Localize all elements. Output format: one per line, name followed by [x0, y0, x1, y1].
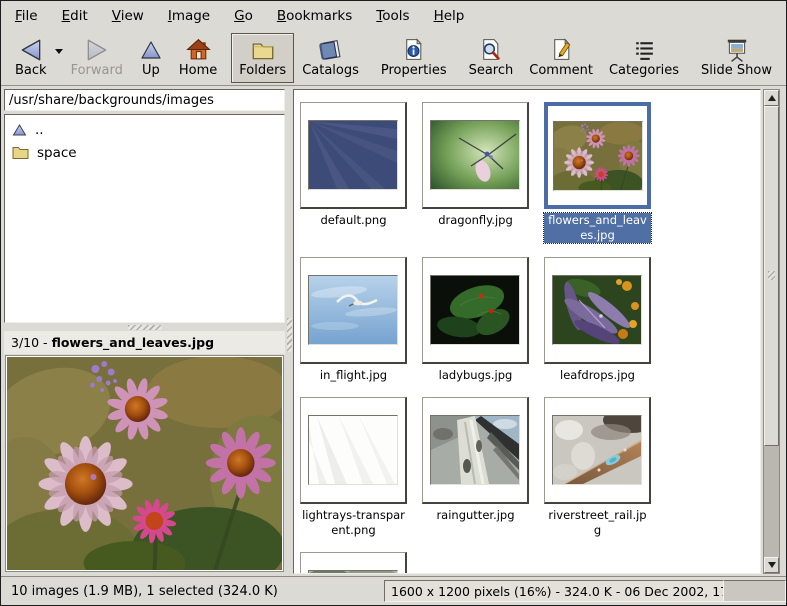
scroll-up-button[interactable]	[764, 90, 779, 106]
vertical-scrollbar[interactable]	[763, 89, 780, 574]
scroll-down-button[interactable]	[764, 557, 779, 573]
scrollbar-grip	[768, 271, 775, 280]
categories-icon	[632, 36, 657, 63]
menu-image[interactable]: Image	[156, 3, 222, 29]
forward-button: Forward	[63, 33, 131, 83]
menu-tools[interactable]: Tools	[364, 3, 421, 29]
thumbnail-frame	[300, 102, 407, 209]
thumbnail-label: flowers_and_leaves.jpg	[544, 213, 651, 243]
preview-pane	[4, 354, 285, 574]
properties-button[interactable]: Properties	[373, 33, 455, 83]
folder-item-label: ..	[35, 122, 44, 138]
search-icon	[478, 36, 503, 63]
status-resize-area	[724, 580, 786, 602]
thumbnail-label: raingutter.jpg	[435, 508, 515, 523]
menu-view[interactable]: View	[100, 3, 156, 29]
thumbnail-grid: default.png dragonfly.jpg flowers_and_le…	[294, 90, 760, 574]
toolbar: Back Forward Up Home	[1, 31, 786, 86]
thumbnail-frame	[544, 102, 651, 209]
thumbnail-label: default.png	[319, 213, 387, 228]
comment-button[interactable]: Comment	[521, 33, 601, 83]
thumbnail-label: ladybugs.jpg	[438, 368, 514, 383]
folder-item-up[interactable]: ..	[7, 118, 282, 141]
thumbnail-frame	[300, 257, 407, 364]
up-folder-icon	[12, 123, 27, 137]
arrow-down-icon	[768, 562, 776, 568]
scrollbar-track[interactable]	[764, 106, 779, 557]
menu-help[interactable]: Help	[422, 3, 477, 29]
thumbnail-label: riverstreet_rail.jpg	[544, 508, 651, 538]
back-button[interactable]: Back	[7, 33, 55, 83]
up-button[interactable]: Up	[131, 33, 171, 83]
selection-status: 3/10 - flowers_and_leaves.jpg	[4, 331, 285, 354]
categories-button[interactable]: Categories	[601, 33, 687, 83]
fullscreen-button[interactable]: Full Screen	[780, 33, 787, 83]
folder-icon	[12, 146, 29, 159]
thumbnail-frame	[300, 397, 407, 504]
vertical-splitter[interactable]	[285, 86, 293, 576]
thumbnail-view: default.png dragonfly.jpg flowers_and_le…	[293, 89, 761, 574]
status-bar: 10 images (1.9 MB), 1 selected (324.0 K)…	[1, 576, 786, 605]
catalogs-icon	[318, 36, 344, 63]
folder-item-label: space	[37, 145, 77, 161]
home-icon	[186, 36, 211, 63]
properties-icon	[401, 36, 426, 63]
splitter-grip	[287, 318, 292, 352]
catalogs-button[interactable]: Catalogs	[294, 33, 367, 83]
thumbnail-frame	[422, 397, 529, 504]
arrow-up-icon	[768, 95, 776, 101]
thumbnail-item-dragonfly[interactable]: dragonfly.jpg	[422, 102, 529, 243]
left-panel: .. space 3/10 - flowers_and_leaves.jpg	[1, 86, 285, 576]
back-icon	[18, 36, 44, 63]
location-input[interactable]	[4, 89, 285, 111]
preview-image	[5, 355, 284, 572]
folders-icon	[250, 36, 276, 63]
menu-go[interactable]: Go	[222, 3, 265, 29]
status-image-details: 1600 x 1200 pixels (16%) - 324.0 K - 06 …	[384, 580, 724, 602]
thumbnail-label: leafdrops.jpg	[559, 368, 636, 383]
main-content: .. space 3/10 - flowers_and_leaves.jpg	[1, 86, 786, 576]
thumbnail-label: dragonfly.jpg	[437, 213, 514, 228]
app-window: File Edit View Image Go Bookmarks Tools …	[0, 0, 787, 606]
comment-icon	[549, 36, 574, 63]
folder-item-space[interactable]: space	[7, 141, 282, 164]
thumbnail-frame	[422, 257, 529, 364]
thumbnail-label: in_flight.jpg	[319, 368, 388, 383]
chevron-down-icon	[55, 49, 63, 54]
status-images-summary: 10 images (1.9 MB), 1 selected (324.0 K)	[11, 584, 278, 599]
thumbnail-frame	[300, 552, 407, 574]
thumbnail-label: lightrays-transparent.png	[300, 508, 407, 538]
thumbnail-item-inflight[interactable]: in_flight.jpg	[300, 257, 407, 383]
thumbnail-item-lightrays[interactable]: lightrays-transparent.png	[300, 397, 407, 538]
browser-area: default.png dragonfly.jpg flowers_and_le…	[293, 86, 786, 576]
thumbnail-item-flowers-selected[interactable]: flowers_and_leaves.jpg	[544, 102, 651, 243]
thumbnail-frame	[544, 257, 651, 364]
thumbnail-frame	[422, 102, 529, 209]
thumbnail-frame	[544, 397, 651, 504]
home-button[interactable]: Home	[171, 33, 225, 83]
slideshow-button[interactable]: Slide Show	[693, 33, 780, 83]
horizontal-splitter[interactable]	[4, 323, 285, 331]
search-button[interactable]: Search	[461, 33, 522, 83]
back-history-dropdown[interactable]	[55, 19, 63, 83]
menu-bookmarks[interactable]: Bookmarks	[265, 3, 364, 29]
up-icon	[139, 36, 163, 63]
menu-bar: File Edit View Image Go Bookmarks Tools …	[1, 1, 786, 31]
thumbnail-item-ladybugs[interactable]: ladybugs.jpg	[422, 257, 529, 383]
menu-file[interactable]: File	[3, 3, 50, 29]
selection-filename: flowers_and_leaves.jpg	[52, 335, 214, 350]
scrollbar-thumb[interactable]	[764, 106, 779, 446]
selection-position: 3/10 -	[11, 335, 48, 350]
slideshow-icon	[724, 36, 750, 63]
thumbnail-item-leafdrops[interactable]: leafdrops.jpg	[544, 257, 651, 383]
folder-tree: .. space	[4, 114, 285, 323]
thumbnail-item-partial[interactable]	[300, 552, 407, 574]
splitter-grip	[128, 325, 162, 330]
thumbnail-item-riverstreet[interactable]: riverstreet_rail.jpg	[544, 397, 651, 538]
forward-icon	[84, 36, 110, 63]
thumbnail-item-default[interactable]: default.png	[300, 102, 407, 243]
folders-button[interactable]: Folders	[231, 33, 294, 83]
thumbnail-item-raingutter[interactable]: raingutter.jpg	[422, 397, 529, 538]
